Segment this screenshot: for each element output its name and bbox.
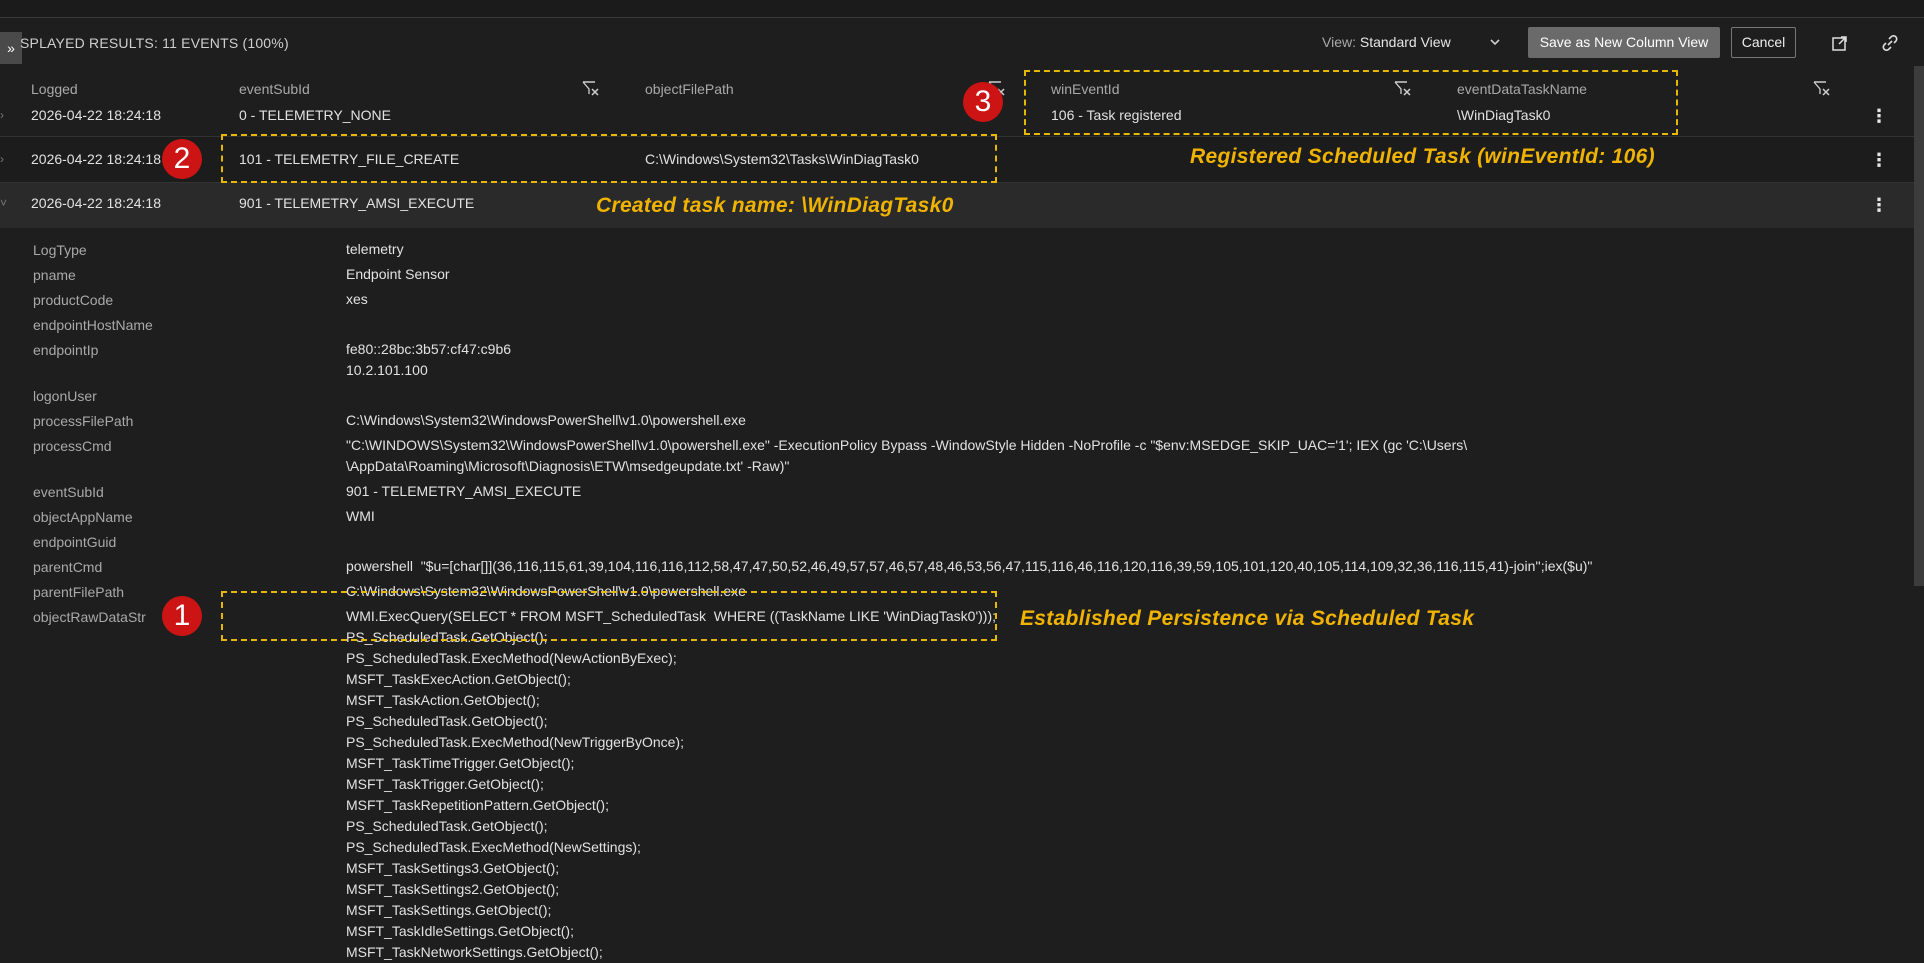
annotation-text: Established Persistence via Scheduled Ta… <box>1020 607 1475 630</box>
highlight-box-wineventid <box>1024 70 1678 135</box>
kebab-menu-icon[interactable]: ⋮ <box>1870 195 1888 216</box>
detail-value: 901 - TELEMETRY_AMSI_EXECUTE <box>346 483 582 499</box>
column-header-eventsubid[interactable]: eventSubId <box>239 81 310 97</box>
detail-key: parentFilePath <box>33 584 125 600</box>
detail-value: powershell "$u=[char[]](36,116,115,61,39… <box>346 558 1593 574</box>
kebab-menu-icon[interactable]: ⋮ <box>1870 150 1888 171</box>
detail-value: WMI.ExecQuery(SELECT * FROM MSFT_Schedul… <box>346 608 997 960</box>
link-icon[interactable] <box>1873 27 1907 58</box>
results-count-label: SPLAYED RESULTS: 11 EVENTS (100%) <box>20 35 289 51</box>
annotation-text: Registered Scheduled Task (winEventId: 1… <box>1190 145 1655 168</box>
detail-key: objectRawDataStr <box>33 609 146 625</box>
detail-key: endpointHostName <box>33 317 153 333</box>
annotation-badge: 1 <box>162 596 202 636</box>
row-collapse-marker[interactable]: ˅ <box>0 196 7 210</box>
row-expand-marker[interactable]: › <box>0 152 4 166</box>
cell-eventsubid: 0 - TELEMETRY_NONE <box>239 107 391 123</box>
column-header-logged[interactable]: Logged <box>31 81 78 97</box>
detail-key: processFilePath <box>33 413 134 429</box>
detail-key: LogType <box>33 242 87 258</box>
row-expand-marker[interactable]: › <box>0 108 4 122</box>
top-strip <box>0 0 1924 18</box>
detail-value: WMI <box>346 508 375 524</box>
annotation-badge: 2 <box>162 139 202 179</box>
detail-key: eventSubId <box>33 484 104 500</box>
detail-value: Endpoint Sensor <box>346 266 450 282</box>
detail-key: pname <box>33 267 76 283</box>
cell-logged: 2026-04-22 18:24:18 <box>31 195 161 211</box>
detail-key: parentCmd <box>33 559 103 575</box>
clear-column-icon[interactable] <box>582 80 600 99</box>
detail-key: logonUser <box>33 388 97 404</box>
detail-key: objectAppName <box>33 509 133 525</box>
vertical-scrollbar[interactable] <box>1914 66 1924 586</box>
clear-column-icon[interactable] <box>1813 80 1831 99</box>
column-header-objectfilepath[interactable]: objectFilePath <box>645 81 734 97</box>
annotation-badge: 3 <box>963 82 1003 122</box>
detail-key: processCmd <box>33 438 112 454</box>
highlight-box-rawdata <box>221 591 997 641</box>
view-prefix: View: <box>1322 34 1356 50</box>
cancel-button[interactable]: Cancel <box>1731 27 1796 58</box>
detail-key: productCode <box>33 292 114 308</box>
detail-value: "C:\WINDOWS\System32\WindowsPowerShell\v… <box>346 437 1507 474</box>
view-value: Standard View <box>1359 34 1451 50</box>
detail-value: telemetry <box>346 241 404 257</box>
detail-key: endpointIp <box>33 342 99 358</box>
annotation-text: Created task name: \WinDiagTask0 <box>596 194 954 217</box>
share-icon[interactable] <box>1823 27 1857 58</box>
chevron-down-icon[interactable] <box>1488 32 1502 55</box>
detail-value: xes <box>346 291 368 307</box>
highlight-box-file-create <box>221 134 997 183</box>
expand-panel-button[interactable]: » <box>0 32 22 64</box>
detail-key: endpointGuid <box>33 534 117 550</box>
cell-logged: 2026-04-22 18:24:18 <box>31 151 161 167</box>
save-column-view-button[interactable]: Save as New Column View <box>1528 27 1720 58</box>
detail-value: C:\Windows\System32\WindowsPowerShell\v1… <box>346 412 746 428</box>
detail-value: fe80::28bc:3b57:cf47:c9b6 10.2.101.100 <box>346 341 512 378</box>
cell-logged: 2026-04-22 18:24:18 <box>31 107 161 123</box>
kebab-menu-icon[interactable]: ⋮ <box>1870 106 1888 127</box>
view-selector[interactable]: View: Standard View <box>1322 34 1451 50</box>
cell-eventsubid: 901 - TELEMETRY_AMSI_EXECUTE <box>239 195 475 211</box>
